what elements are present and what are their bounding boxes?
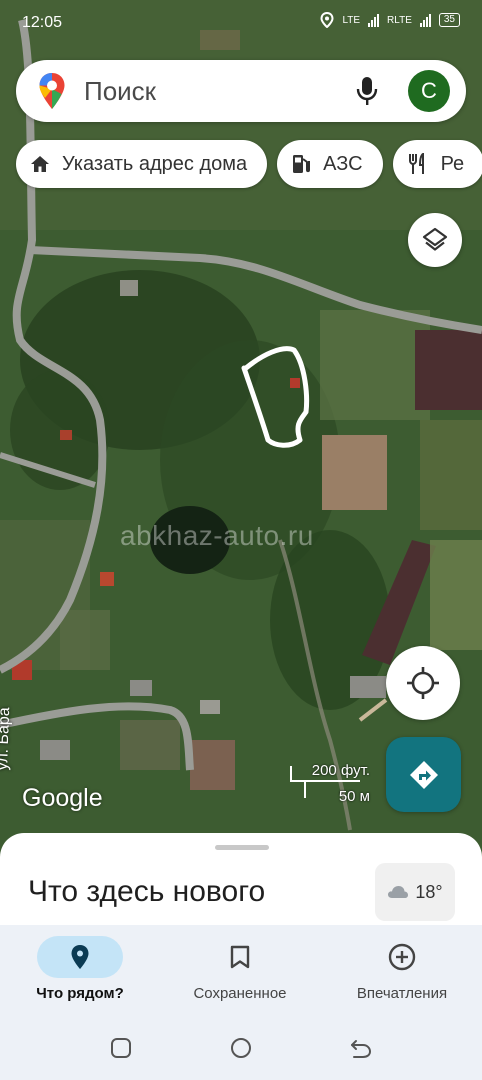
chip-label: АЗС: [323, 152, 363, 175]
weather-temp: 18°: [415, 881, 443, 902]
recent-apps-icon[interactable]: [110, 1037, 132, 1059]
signal-icon: [419, 13, 431, 27]
chip-gas-station[interactable]: АЗС: [277, 140, 383, 188]
scale-bar: 200 фут. 50 м: [290, 760, 370, 810]
status-bar: 12:05 LTE RLTE 35: [0, 0, 482, 46]
scale-imperial: 200 фут.: [311, 762, 370, 779]
maps-pin-icon: [39, 73, 65, 109]
my-location-button[interactable]: [386, 646, 460, 720]
location-status-icon: [320, 12, 334, 28]
scale-line: [290, 780, 360, 782]
status-icons: LTE RLTE 35: [320, 12, 460, 28]
back-icon[interactable]: [350, 1037, 372, 1059]
chip-label: Указать адрес дома: [62, 152, 248, 175]
directions-button[interactable]: [386, 737, 461, 812]
status-time: 12:05: [22, 14, 63, 31]
nav-icon-wrap: [197, 936, 283, 978]
home-button-icon[interactable]: [230, 1037, 252, 1059]
category-chips: Указать адрес дома АЗС Ре: [16, 140, 482, 188]
layers-icon: [422, 227, 448, 251]
google-logo: Google: [22, 784, 103, 812]
bookmark-icon: [230, 945, 250, 969]
home-icon: [31, 156, 49, 172]
street-label: ул. Бара: [0, 706, 14, 771]
search-bar[interactable]: Поиск С: [16, 60, 466, 122]
weather-badge[interactable]: 18°: [375, 863, 455, 921]
signal-icon: [368, 13, 380, 27]
restaurant-icon: [408, 153, 424, 174]
nav-label: Сохраненное: [193, 985, 287, 1002]
chip-label: Ре: [440, 152, 465, 175]
sheet-title: Что здесь нового: [28, 875, 266, 908]
nav-saved[interactable]: Сохраненное: [160, 925, 320, 1015]
layers-button[interactable]: [408, 213, 462, 267]
nav-label: Впечатления: [356, 985, 448, 1002]
sheet-drag-handle[interactable]: [215, 845, 269, 850]
battery-icon: 35: [438, 13, 460, 27]
location-pin-icon: [71, 945, 89, 969]
crosshair-icon: [407, 667, 439, 699]
nav-label: Что рядом?: [36, 985, 124, 1002]
bottom-navigation: Что рядом? Сохраненное Впечатления: [0, 925, 482, 1015]
chip-home-address[interactable]: Указать адрес дома: [16, 140, 268, 188]
lte-label: LTE: [342, 14, 361, 26]
add-circle-icon: [388, 943, 416, 971]
watermark-text: abkhaz-auto.ru: [120, 520, 314, 551]
avatar[interactable]: С: [408, 70, 450, 112]
nav-contribute[interactable]: Впечатления: [322, 925, 482, 1015]
directions-icon: [409, 760, 438, 789]
system-navigation-bar: [0, 1015, 482, 1080]
scale-tick: [304, 780, 306, 798]
microphone-icon[interactable]: [356, 75, 378, 107]
scale-metric: 50 м: [338, 788, 370, 805]
chip-restaurants[interactable]: Ре: [392, 140, 482, 188]
rlte-label: RLTE: [387, 14, 412, 26]
satellite-map[interactable]: abkhaz-auto.ru ул. Бара Google 200 фут. …: [0, 0, 482, 860]
nav-explore[interactable]: Что рядом?: [0, 925, 160, 1015]
gas-station-icon: [293, 155, 311, 173]
map-imagery: [0, 0, 482, 860]
search-input[interactable]: Поиск: [84, 76, 356, 107]
bottom-sheet[interactable]: Что здесь нового 18°: [0, 833, 482, 933]
cloud-icon: [388, 886, 409, 898]
nav-icon-wrap: [359, 936, 445, 978]
nav-active-pill: [37, 936, 123, 978]
